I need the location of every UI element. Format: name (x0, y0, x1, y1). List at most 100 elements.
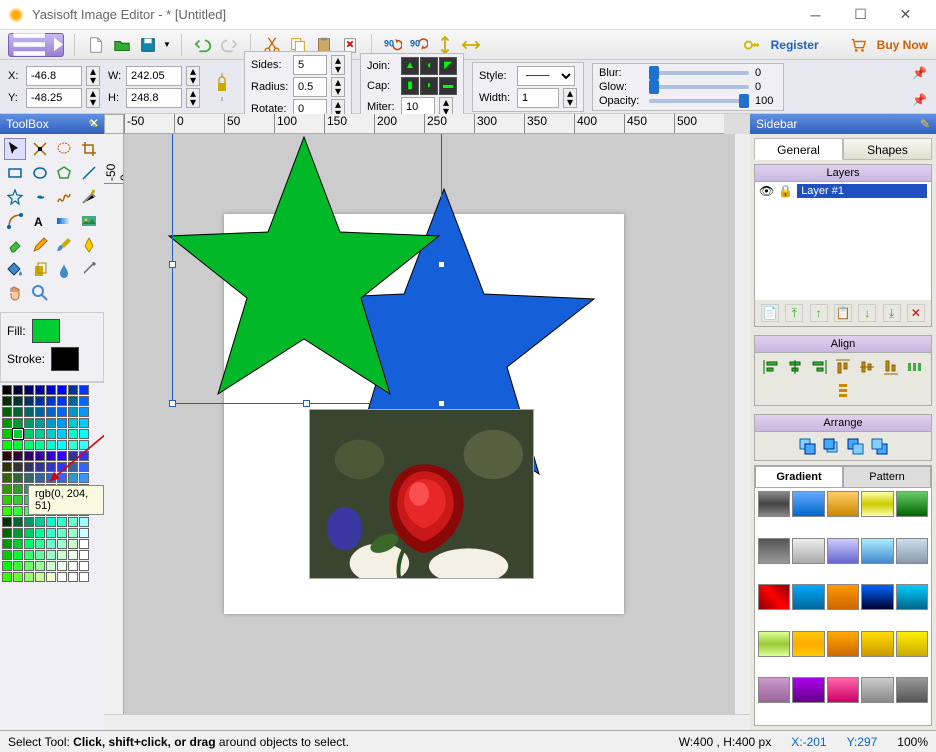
palette-cell[interactable] (2, 528, 12, 538)
palette-cell[interactable] (57, 561, 67, 571)
open-file-icon[interactable] (111, 34, 133, 56)
palette-cell[interactable] (24, 539, 34, 549)
distribute-v-icon[interactable] (833, 381, 853, 401)
redo-icon[interactable] (218, 34, 240, 56)
palette-cell[interactable] (13, 484, 23, 494)
tab-shapes[interactable]: Shapes (843, 138, 932, 160)
palette-cell[interactable] (13, 506, 23, 516)
palette-cell[interactable] (68, 561, 78, 571)
palette-cell[interactable] (35, 561, 45, 571)
delete-layer-icon[interactable]: ✕ (907, 304, 925, 322)
zoom-tool[interactable] (29, 282, 51, 304)
palette-cell[interactable] (13, 396, 23, 406)
cap-round-button[interactable]: ◗ (420, 77, 438, 95)
subtab-pattern[interactable]: Pattern (843, 466, 931, 488)
new-layer-icon[interactable]: 📄 (761, 304, 779, 322)
palette-cell[interactable] (57, 528, 67, 538)
palette-cell[interactable] (35, 528, 45, 538)
palette-cell[interactable] (24, 473, 34, 483)
arrange-forward-icon[interactable] (821, 436, 841, 456)
palette-cell[interactable] (24, 429, 34, 439)
knife-tool[interactable] (78, 186, 100, 208)
crop-tool[interactable] (78, 138, 100, 160)
gradient-swatch[interactable] (896, 631, 928, 657)
main-menu-button[interactable] (8, 33, 64, 57)
palette-cell[interactable] (2, 429, 12, 439)
palette-cell[interactable] (46, 572, 56, 582)
smudge-tool[interactable] (53, 258, 75, 280)
sides-spinner[interactable]: ▴▾ (331, 55, 345, 75)
save-dropdown-icon[interactable]: ▼ (163, 40, 171, 49)
palette-cell[interactable] (24, 550, 34, 560)
align-center-v-icon[interactable] (857, 357, 877, 377)
palette-cell[interactable] (57, 550, 67, 560)
h-spinner[interactable]: ▴▾ (186, 88, 200, 108)
arrange-backward-icon[interactable] (845, 436, 865, 456)
distribute-h-icon[interactable] (905, 357, 925, 377)
palette-cell[interactable] (79, 550, 89, 560)
gradient-swatch[interactable] (758, 631, 790, 657)
palette-cell[interactable] (57, 517, 67, 527)
palette-cell[interactable] (13, 451, 23, 461)
palette-cell[interactable] (57, 572, 67, 582)
palette-cell[interactable] (2, 495, 12, 505)
y-spinner[interactable]: ▴▾ (86, 88, 100, 108)
x-spinner[interactable]: ▴▾ (86, 66, 100, 86)
palette-cell[interactable] (79, 517, 89, 527)
gradient-swatch[interactable] (792, 538, 824, 564)
arrange-front-icon[interactable] (797, 436, 817, 456)
palette-cell[interactable] (79, 561, 89, 571)
hand-tool[interactable] (4, 282, 26, 304)
blur-slider[interactable] (649, 71, 749, 75)
palette-cell[interactable] (57, 385, 67, 395)
palette-cell[interactable] (46, 517, 56, 527)
photo-image[interactable] (309, 409, 534, 579)
palette-cell[interactable] (2, 561, 12, 571)
palette-cell[interactable] (68, 572, 78, 582)
x-input[interactable] (26, 66, 82, 86)
spiral-tool[interactable] (29, 186, 51, 208)
palette-cell[interactable] (68, 539, 78, 549)
gradient-swatch[interactable] (861, 584, 893, 610)
gradient-swatch[interactable] (896, 491, 928, 517)
palette-cell[interactable] (24, 451, 34, 461)
align-left-icon[interactable] (761, 357, 781, 377)
gradient-swatch[interactable] (861, 538, 893, 564)
palette-cell[interactable] (35, 396, 45, 406)
palette-cell[interactable] (13, 407, 23, 417)
join-round-button[interactable]: ◖ (420, 57, 438, 75)
polygon-tool[interactable] (53, 162, 75, 184)
gradient-swatch[interactable] (861, 631, 893, 657)
palette-cell[interactable] (46, 385, 56, 395)
buynow-link[interactable]: Buy Now (877, 38, 928, 52)
layer-dup-icon[interactable]: 📋 (834, 304, 852, 322)
palette-cell[interactable] (2, 418, 12, 428)
palette-cell[interactable] (46, 528, 56, 538)
palette-cell[interactable] (24, 440, 34, 450)
gradient-swatch[interactable] (827, 538, 859, 564)
palette-cell[interactable] (2, 484, 12, 494)
toolbox-close-icon[interactable]: ✕ (86, 116, 102, 132)
palette-cell[interactable] (79, 385, 89, 395)
y-input[interactable] (26, 88, 82, 108)
palette-cell[interactable] (35, 517, 45, 527)
lasso-tool[interactable] (53, 138, 75, 160)
eraser-tool[interactable] (4, 234, 26, 256)
sides-input[interactable] (293, 55, 327, 75)
cart-icon[interactable] (847, 34, 869, 56)
ellipse-tool[interactable] (29, 162, 51, 184)
select-tool[interactable] (4, 138, 26, 160)
palette-cell[interactable] (79, 396, 89, 406)
palette-cell[interactable] (2, 407, 12, 417)
palette-cell[interactable] (13, 572, 23, 582)
scrollbar-vertical[interactable] (734, 134, 750, 714)
maximize-button[interactable]: ☐ (838, 0, 883, 30)
scrollbar-horizontal[interactable] (104, 714, 750, 730)
palette-cell[interactable] (24, 517, 34, 527)
canvas-viewport[interactable] (124, 134, 734, 714)
line-width-input[interactable] (517, 88, 559, 108)
gradient-swatch[interactable] (896, 677, 928, 703)
lock-aspect-icon[interactable] (212, 69, 232, 105)
palette-cell[interactable] (68, 528, 78, 538)
eye-icon[interactable]: 👁 (759, 184, 774, 198)
